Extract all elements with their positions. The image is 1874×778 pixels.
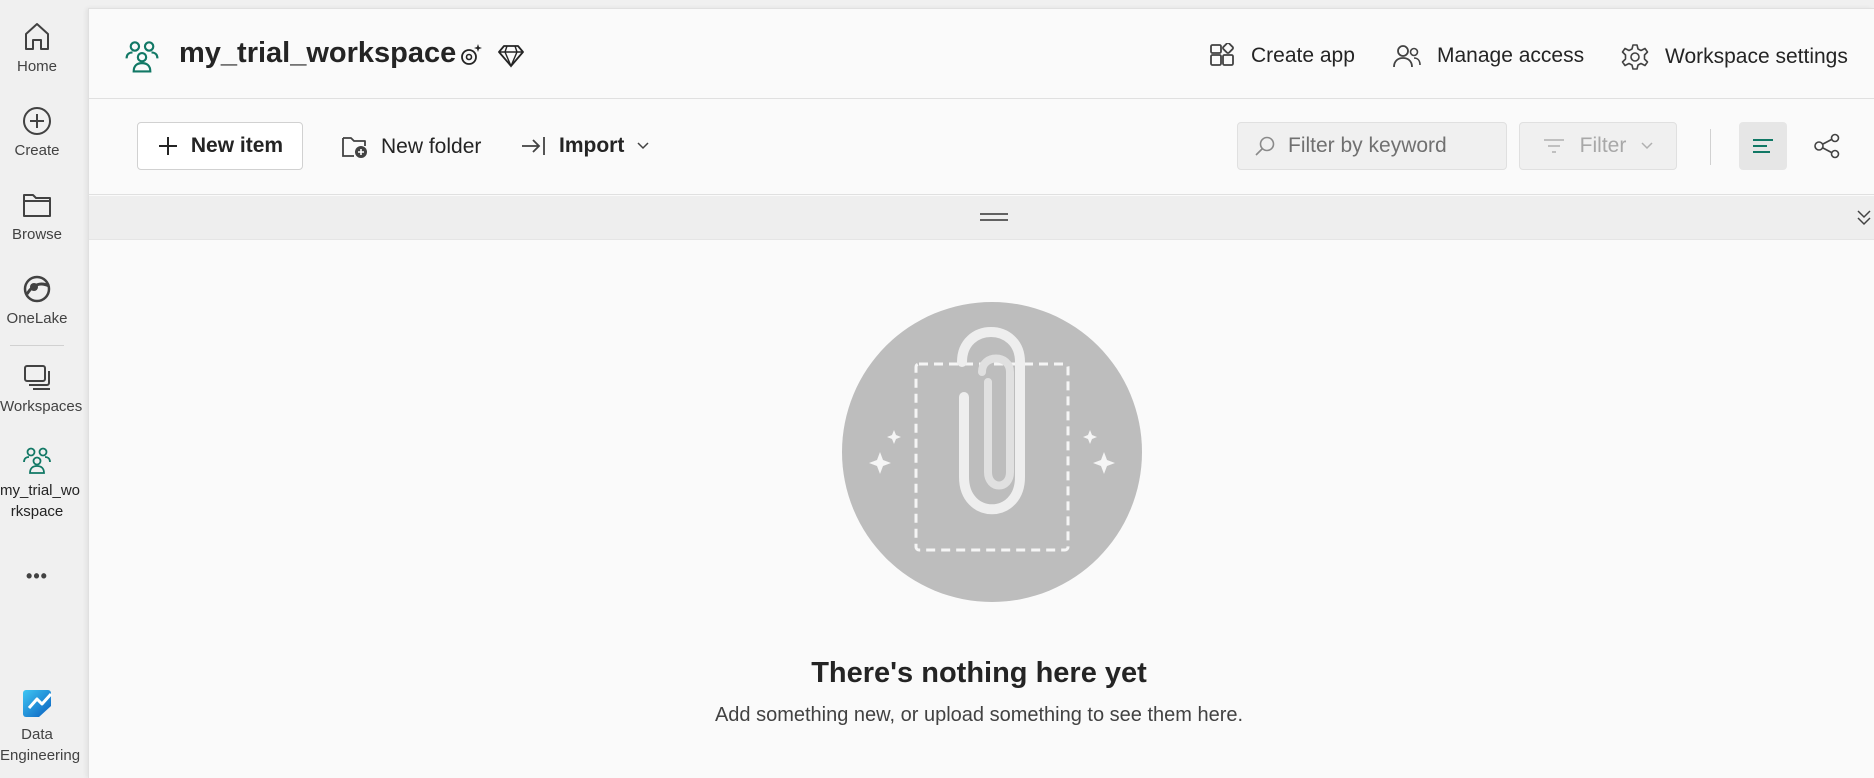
rail-more-button[interactable]: ••• — [0, 566, 74, 587]
workspace-people-icon — [23, 447, 51, 474]
rail-label-browse: Browse — [11, 226, 63, 243]
import-label: Import — [559, 134, 625, 157]
filter-label: Filter — [1579, 134, 1627, 157]
pane-splitter[interactable] — [89, 196, 1874, 240]
empty-state-title: There's nothing here yet — [811, 657, 1147, 689]
create-app-button[interactable]: Create app — [1209, 43, 1355, 69]
list-view-button[interactable] — [1739, 122, 1787, 170]
import-icon — [522, 137, 545, 155]
paperclip-illustration — [842, 302, 1142, 602]
home-icon — [25, 23, 49, 50]
chevron-down-icon — [1641, 142, 1653, 150]
search-input[interactable] — [1288, 134, 1488, 158]
list-view-icon — [1753, 139, 1773, 153]
create-app-label: Create app — [1251, 44, 1355, 67]
create-app-icon — [1210, 43, 1234, 66]
new-folder-label: New folder — [381, 135, 482, 158]
manage-access-button[interactable]: Manage access — [1393, 43, 1584, 69]
filter-icon — [1543, 139, 1564, 153]
import-dropdown[interactable]: Import — [521, 134, 650, 158]
new-folder-button[interactable]: New folder — [341, 134, 481, 160]
rail-item-workspaces[interactable]: Workspaces — [0, 362, 83, 417]
create-icon — [23, 107, 51, 135]
new-item-label: New item — [190, 134, 284, 157]
empty-state-subtitle: Add something new, or upload something t… — [714, 704, 1244, 726]
plus-icon — [158, 137, 177, 155]
new-folder-icon — [342, 137, 367, 158]
new-item-button[interactable]: New item — [137, 122, 303, 170]
filter-by-keyword-search — [1237, 122, 1507, 170]
rail-label-experience-line2: Engineering — [0, 747, 81, 764]
chevron-down-icon — [637, 142, 649, 150]
rail-label-workspaces: Workspaces — [0, 398, 83, 415]
grip-icon[interactable] — [979, 211, 1009, 223]
left-nav-rail: Home Create Browse OneLake Workspaces my… — [0, 0, 88, 778]
data-engineering-icon — [23, 690, 53, 717]
rail-item-onelake[interactable]: OneLake — [0, 274, 74, 329]
filter-button[interactable]: Filter — [1519, 122, 1677, 170]
manage-access-label: Manage access — [1437, 44, 1585, 67]
onelake-icon — [23, 275, 51, 303]
app-window: Home Create Browse OneLake Workspaces my… — [0, 0, 1874, 778]
page-title: my_trial_workspace — [179, 37, 457, 69]
workspace-header: my_trial_workspace Create app Manage acc… — [89, 9, 1874, 99]
workspace-people-icon — [125, 41, 159, 73]
rail-item-home[interactable]: Home — [0, 20, 74, 77]
rail-label-home: Home — [16, 58, 57, 75]
workspace-settings-label: Workspace settings — [1665, 45, 1848, 68]
settings-gear-icon — [1621, 44, 1649, 70]
workspaces-icon — [24, 365, 50, 390]
rail-label-experience-line1: Data — [21, 726, 53, 743]
empty-state: There's nothing here yet Add something n… — [89, 240, 1874, 778]
more-icon: ••• — [26, 566, 48, 586]
sparkle-settings-icon[interactable] — [457, 41, 485, 69]
rail-item-data-engineering[interactable]: Data Engineering — [0, 686, 81, 766]
manage-access-icon — [1393, 45, 1421, 68]
search-icon — [1255, 136, 1275, 156]
lineage-view-icon — [1814, 133, 1840, 159]
lineage-view-button[interactable] — [1803, 122, 1851, 170]
browse-icon — [23, 194, 51, 217]
rail-separator — [10, 345, 64, 346]
rail-label-workspace-line2: rkspace — [10, 503, 64, 520]
rail-label-onelake: OneLake — [6, 310, 68, 327]
workspace-main-pane: my_trial_workspace Create app Manage acc… — [88, 8, 1874, 778]
premium-diamond-icon[interactable] — [497, 41, 525, 69]
rail-label-workspace-line1: my_trial_wo — [0, 482, 81, 499]
collapse-chevron-icon[interactable] — [1854, 208, 1874, 228]
rail-item-create[interactable]: Create — [0, 106, 74, 161]
rail-item-current-workspace[interactable]: my_trial_wo rkspace — [0, 444, 81, 522]
rail-item-browse[interactable]: Browse — [0, 190, 74, 245]
rail-label-create: Create — [14, 142, 60, 159]
workspace-settings-button[interactable]: Workspace settings — [1621, 43, 1848, 71]
toolbar-divider — [1710, 129, 1711, 165]
